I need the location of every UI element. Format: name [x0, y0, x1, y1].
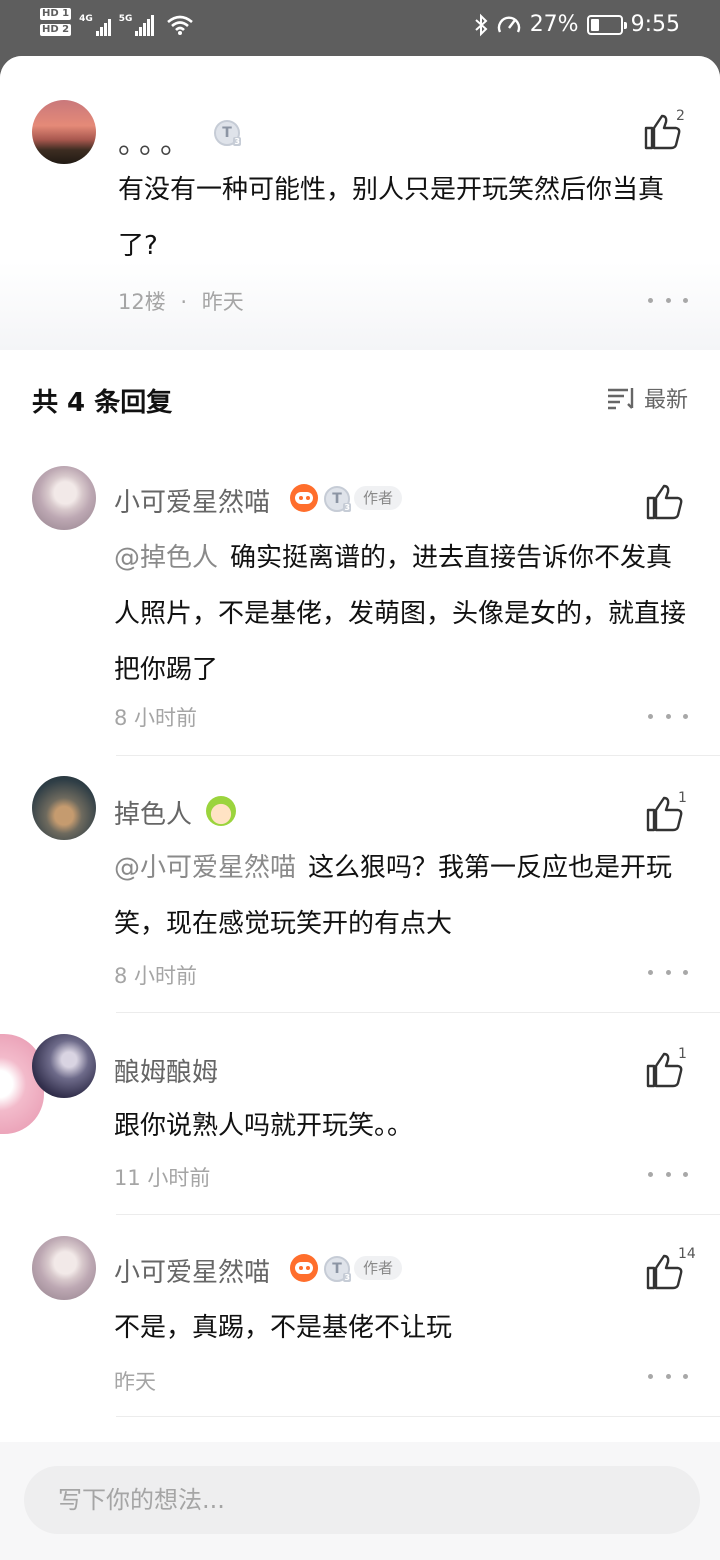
username[interactable]: 小可爱星然喵 [114, 482, 270, 519]
signal-5g-icon: 5G [119, 14, 155, 36]
hd1-indicator: HD 1 [40, 8, 72, 20]
reply-text: 跟你说熟人吗就开玩笑。。 [114, 1111, 414, 1141]
like-count: 2 [676, 108, 685, 124]
mention-link[interactable]: @小可爱星然喵 [114, 853, 296, 883]
level-badge-icon: T3 [324, 486, 351, 512]
more-options-icon[interactable] [648, 290, 688, 310]
game-badge-icon [290, 484, 318, 512]
reply-count-title: 共 4 条回复 [32, 388, 173, 418]
more-options-icon[interactable] [648, 706, 688, 726]
level-badge-icon: T3 [214, 120, 241, 146]
like-count: 1 [678, 790, 687, 806]
comment-meta: 12楼 · 昨天 [118, 286, 244, 316]
hd2-indicator: HD 2 [40, 24, 72, 36]
emoji-badge-icon [206, 796, 236, 826]
reply-time: 8 小时前 [114, 706, 198, 730]
comment-input[interactable] [24, 1466, 700, 1534]
like-count: 1 [678, 1046, 687, 1062]
clock: 9:55 [630, 12, 680, 37]
more-options-icon[interactable] [648, 1366, 688, 1386]
level-badge-icon: T3 [324, 1256, 351, 1282]
author-tag: 作者 [354, 486, 403, 510]
author-tag: 作者 [354, 1256, 403, 1280]
avatar[interactable] [32, 466, 96, 530]
sort-icon [607, 388, 634, 410]
more-options-icon[interactable] [648, 962, 688, 982]
speed-gauge-icon [497, 15, 520, 33]
battery-percent: 27% [529, 12, 579, 37]
avatar[interactable] [32, 1034, 96, 1098]
divider [116, 1416, 720, 1417]
floor-label: 12楼 [118, 290, 166, 314]
original-comment: 。。。 T3 2 有没有一种可能性，别人只是开玩笑然后你当真了? 12楼 · 昨… [0, 56, 720, 350]
battery-icon [586, 14, 627, 35]
reply-time: 11 小时前 [114, 1166, 211, 1190]
game-badge-icon [290, 1254, 318, 1282]
reply-text: @小可爱星然喵 这么狠吗？我第一反应也是开玩笑，现在感觉玩笑开的有点大 [114, 853, 673, 939]
reply-time: 8 小时前 [114, 964, 198, 988]
wifi-icon [167, 15, 194, 35]
comment-detail-sheet: 。。。 T3 2 有没有一种可能性，别人只是开玩笑然后你当真了? 12楼 · 昨… [0, 56, 720, 1560]
avatar[interactable] [32, 1236, 96, 1300]
like-count: 14 [678, 1246, 696, 1262]
username[interactable]: 。。。 [118, 118, 196, 162]
reply-time: 昨天 [114, 1370, 156, 1394]
mention-link[interactable]: @掉色人 [114, 543, 218, 573]
status-bar: HD 1 HD 2 4G 5G 27% 9:55 [0, 0, 720, 56]
reply-text: 不是，真踢，不是基佬不让玩 [114, 1313, 453, 1343]
signal-4g-icon: 4G [79, 14, 111, 36]
like-icon[interactable] [642, 482, 690, 522]
bluetooth-icon [475, 13, 488, 36]
comment-time: 昨天 [201, 290, 244, 314]
username[interactable]: 掉色人 [114, 794, 192, 831]
signal-cluster: HD 1 HD 2 4G 5G [40, 8, 194, 36]
avatar[interactable] [32, 776, 96, 840]
username[interactable]: 小可爱星然喵 [114, 1252, 270, 1289]
avatar[interactable] [32, 100, 96, 164]
divider [116, 1012, 720, 1013]
divider [116, 755, 720, 756]
meta-separator: · [180, 290, 188, 314]
status-right: 27% 9:55 [474, 12, 680, 37]
reply-text: @掉色人 确实挺离谱的，进去直接告诉你不发真人照片，不是基佬，发萌图，头像是女的，… [114, 543, 687, 685]
more-options-icon[interactable] [648, 1164, 688, 1184]
divider [116, 1214, 720, 1215]
username[interactable]: 酿姆酿姆 [114, 1052, 218, 1089]
sort-toggle[interactable]: 最新 [606, 382, 688, 414]
composer-bar [0, 1442, 720, 1560]
sort-label: 最新 [643, 388, 688, 413]
comment-text: 有没有一种可能性，别人只是开玩笑然后你当真了? [118, 175, 665, 261]
